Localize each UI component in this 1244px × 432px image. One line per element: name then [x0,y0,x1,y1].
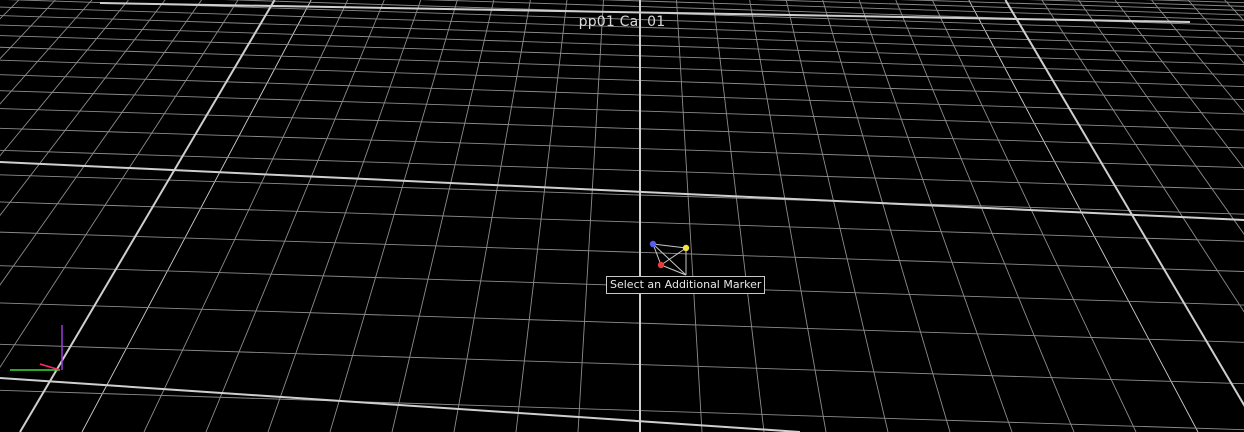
grid-line [0,24,1244,65]
grid-line [676,0,703,432]
grid-line [0,0,56,60]
ground-grid [0,0,1244,432]
grid-line [453,0,531,432]
grid-line [0,35,1244,76]
grid-line [0,302,1244,343]
grid-line [267,0,422,432]
grid-line [785,0,889,432]
marker-blue[interactable] [649,240,657,248]
grid-line [0,0,20,20]
viewport-title: pp01 Cal 01 [578,14,666,30]
tooltip: Select an Additional Marker [606,276,766,294]
grid-line [0,0,239,369]
marker-red[interactable] [657,261,665,269]
grid-line [0,90,1244,131]
grid-line [0,343,1244,385]
marker-yellow[interactable] [682,244,690,252]
grid-line [0,174,1244,215]
3d-viewport[interactable]: pp01 Cal 01 Select an Additional Marker [0,0,1244,432]
grid-line [0,108,1244,149]
grid-line [0,0,129,157]
grid-boundary-line [0,377,801,432]
grid-line [931,0,1137,432]
rigid-body-wireframe [652,243,687,276]
grid-line [0,0,202,286]
grid-line [577,0,604,432]
grid-line [1224,0,1244,22]
grid-line [1187,0,1244,64]
grid-line [205,0,385,432]
grid-boundary-line [0,161,1244,221]
grid-line [0,0,93,105]
grid-line [0,389,1244,431]
grid-line [749,0,827,432]
grid-line [0,231,1244,272]
axis-gizmo [10,325,63,371]
grid-line [143,0,349,432]
